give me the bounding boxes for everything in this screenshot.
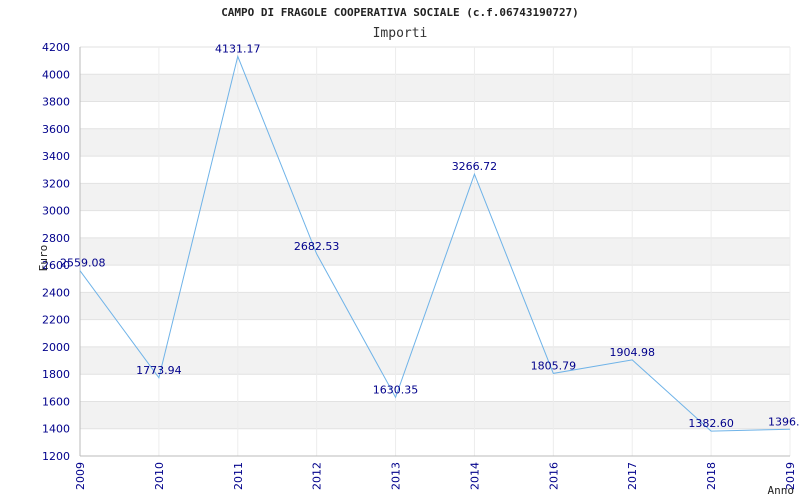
data-label: 2559.08 xyxy=(60,257,106,270)
grid-band xyxy=(80,346,790,375)
grid-band xyxy=(80,183,790,211)
x-axis-title: Anno xyxy=(768,484,795,497)
data-label: 1805.79 xyxy=(531,359,577,372)
data-label: 4131.17 xyxy=(215,42,261,55)
y-tick-label: 3400 xyxy=(42,150,70,163)
x-tick-label: 2013 xyxy=(390,462,403,490)
y-tick-label: 4000 xyxy=(42,68,70,81)
data-label: 1630.35 xyxy=(373,383,419,396)
y-axis-title: Euro xyxy=(37,245,50,272)
x-tick-label: 2014 xyxy=(468,462,481,490)
y-tick-label: 3000 xyxy=(42,205,70,218)
grid-band xyxy=(80,237,790,266)
grid-band xyxy=(80,74,790,102)
y-tick-label: 4200 xyxy=(42,41,70,54)
y-tick-label: 3600 xyxy=(42,123,70,136)
y-tick-label: 3800 xyxy=(42,96,70,109)
x-tick-label: 2010 xyxy=(153,462,166,490)
x-tick-label: 2017 xyxy=(626,462,639,490)
x-tick-label: 2018 xyxy=(705,462,718,490)
chart-canvas: CAMPO DI FRAGOLE COOPERATIVA SOCIALE (c.… xyxy=(0,0,800,500)
grid-band xyxy=(80,292,790,320)
x-tick-label: 2012 xyxy=(311,462,324,490)
data-label: 1773.94 xyxy=(136,364,182,377)
grid-band xyxy=(80,128,790,157)
y-tick-label: 1200 xyxy=(42,450,70,463)
y-tick-label: 1400 xyxy=(42,423,70,436)
data-label: 1396.0 xyxy=(768,415,800,428)
x-tick-label: 2011 xyxy=(232,462,245,490)
data-label: 3266.72 xyxy=(452,160,498,173)
y-tick-label: 2400 xyxy=(42,286,70,299)
y-tick-label: 3200 xyxy=(42,177,70,190)
y-tick-label: 1600 xyxy=(42,395,70,408)
y-tick-label: 2000 xyxy=(42,341,70,354)
y-tick-label: 2200 xyxy=(42,314,70,327)
data-label: 2682.53 xyxy=(294,240,340,253)
y-tick-label: 1800 xyxy=(42,368,70,381)
data-label: 1382.60 xyxy=(688,417,734,430)
x-tick-label: 2009 xyxy=(74,462,87,490)
y-tick-label: 2800 xyxy=(42,232,70,245)
data-label: 1904.98 xyxy=(609,346,655,359)
x-tick-label: 2016 xyxy=(547,462,560,490)
line-chart: 1200140016001800200022002400260028003000… xyxy=(37,41,800,497)
